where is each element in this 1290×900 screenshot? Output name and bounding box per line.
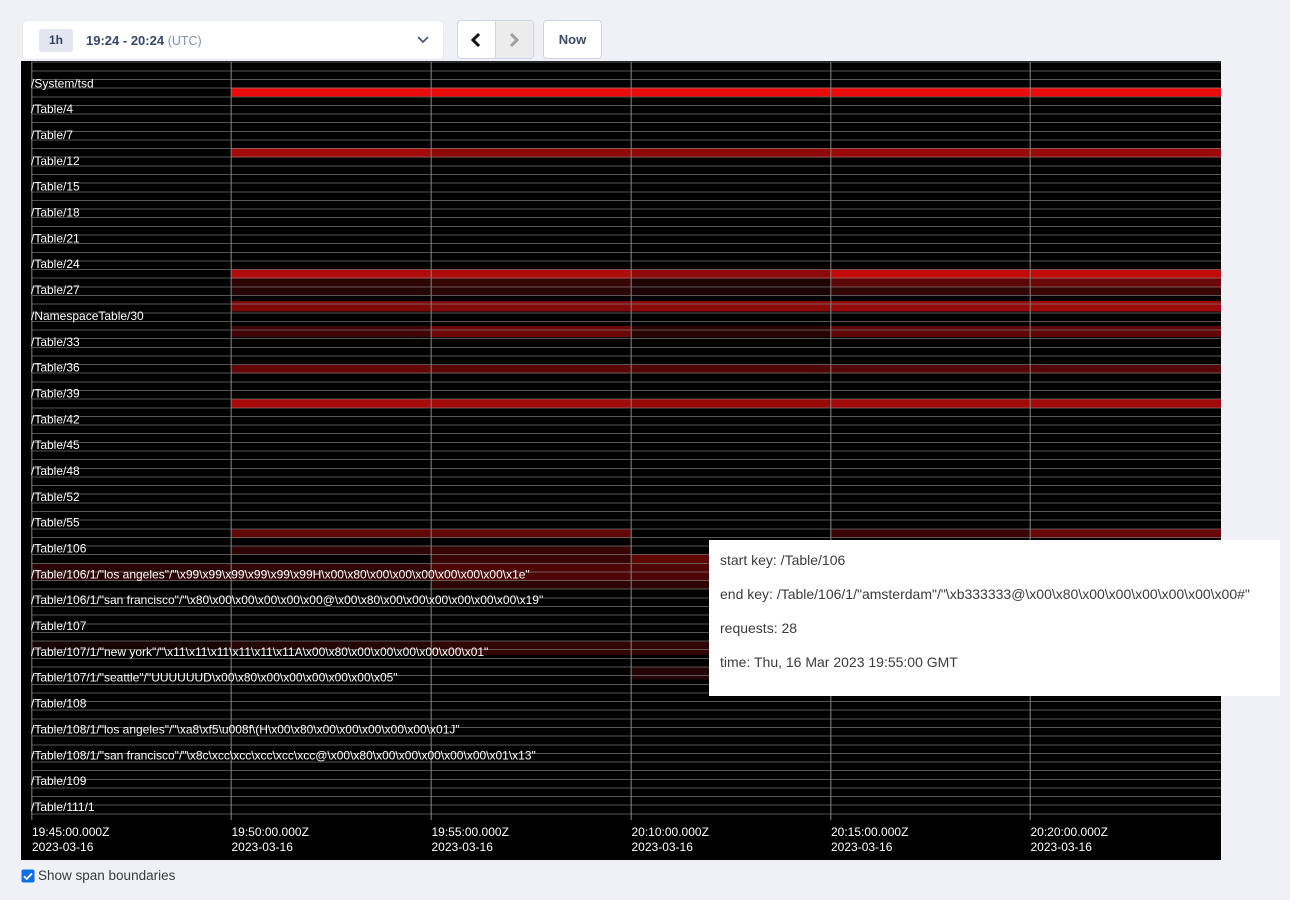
svg-text:/Table/106: /Table/106 (31, 542, 87, 556)
svg-text:/Table/33: /Table/33 (31, 335, 80, 349)
svg-text:/Table/107/1/"seattle"/"UUUUUU: /Table/107/1/"seattle"/"UUUUUUD\x00\x80\… (31, 671, 398, 685)
svg-text:/Table/36: /Table/36 (31, 361, 80, 375)
svg-text:/Table/107: /Table/107 (31, 619, 87, 633)
svg-text:2023-03-16: 2023-03-16 (232, 840, 294, 854)
svg-text:/Table/24: /Table/24 (31, 257, 80, 271)
svg-text:/Table/27: /Table/27 (31, 283, 80, 297)
svg-text:/Table/108: /Table/108 (31, 697, 87, 711)
svg-text:/Table/45: /Table/45 (31, 438, 80, 452)
svg-text:/Table/111/1: /Table/111/1 (31, 800, 95, 814)
svg-text:/Table/108/1/"san francisco"/": /Table/108/1/"san francisco"/"\x8c\xcc\x… (31, 748, 536, 762)
svg-text:/Table/107/1/"new york"/"\x11\: /Table/107/1/"new york"/"\x11\x11\x11\x1… (31, 645, 488, 659)
svg-text:/Table/106/1/"los angeles"/"\x: /Table/106/1/"los angeles"/"\x99\x99\x99… (31, 567, 530, 581)
svg-text:/Table/21: /Table/21 (31, 231, 80, 245)
svg-text:/Table/15: /Table/15 (31, 180, 80, 194)
svg-text:20:20:00.000Z: 20:20:00.000Z (1031, 825, 1108, 839)
svg-text:19:50:00.000Z: 19:50:00.000Z (232, 825, 309, 839)
svg-text:/NamespaceTable/30: /NamespaceTable/30 (31, 309, 144, 323)
svg-text:20:15:00.000Z: 20:15:00.000Z (831, 825, 908, 839)
svg-text:2023-03-16: 2023-03-16 (1031, 840, 1093, 854)
svg-text:19:55:00.000Z: 19:55:00.000Z (432, 825, 509, 839)
svg-text:2023-03-16: 2023-03-16 (831, 840, 893, 854)
svg-text:/Table/55: /Table/55 (31, 516, 80, 530)
svg-text:2023-03-16: 2023-03-16 (432, 840, 494, 854)
svg-text:20:10:00.000Z: 20:10:00.000Z (632, 825, 709, 839)
svg-text:/Table/48: /Table/48 (31, 464, 80, 478)
svg-text:/System/tsd: /System/tsd (31, 76, 94, 90)
svg-text:/Table/108/1/"los angeles"/"\x: /Table/108/1/"los angeles"/"\xa8\xf5\u00… (31, 722, 460, 736)
svg-text:/Table/52: /Table/52 (31, 490, 80, 504)
svg-text:2023-03-16: 2023-03-16 (32, 840, 94, 854)
svg-text:2023-03-16: 2023-03-16 (632, 840, 694, 854)
svg-text:/Table/7: /Table/7 (31, 128, 73, 142)
svg-text:/Table/109: /Table/109 (31, 774, 87, 788)
svg-text:/Table/4: /Table/4 (31, 102, 73, 116)
svg-text:/Table/106/1/"san francisco"/": /Table/106/1/"san francisco"/"\x80\x00\x… (31, 593, 543, 607)
svg-text:/Table/18: /Table/18 (31, 206, 80, 220)
svg-text:/Table/12: /Table/12 (31, 154, 80, 168)
svg-text:19:45:00.000Z: 19:45:00.000Z (32, 825, 109, 839)
svg-text:/Table/39: /Table/39 (31, 386, 80, 400)
svg-text:/Table/42: /Table/42 (31, 412, 80, 426)
